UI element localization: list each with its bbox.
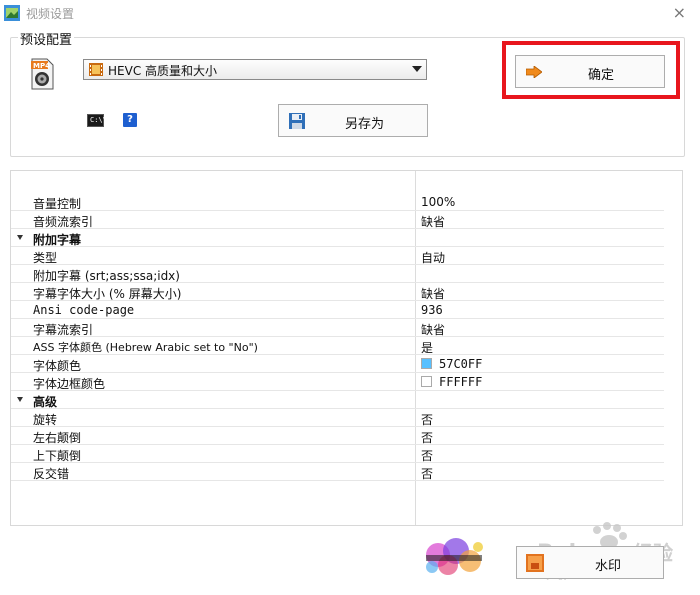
property-grid: 音量控制 100% 音频流索引 缺省 附加字幕 类型 自动 附加字幕 (srt;…	[10, 170, 683, 526]
chevron-down-icon	[412, 66, 422, 72]
property-value: 936	[421, 303, 443, 317]
property-row-font-color[interactable]: 字体颜色 57C0FF	[11, 355, 664, 373]
watermark-icon	[526, 554, 544, 572]
property-row-subtitle-type[interactable]: 类型 自动	[11, 247, 664, 265]
color-swatch[interactable]	[421, 376, 432, 387]
property-row-volume[interactable]: 音量控制 100%	[11, 193, 664, 211]
command-line-icon[interactable]: C:\\	[87, 114, 107, 127]
save-as-button[interactable]: 另存为	[278, 104, 428, 137]
title-bar: 视频设置 ×	[0, 0, 700, 28]
property-value: 100%	[421, 195, 456, 209]
property-row-flip-vertical[interactable]: 上下颠倒 否	[11, 445, 664, 463]
property-name: Ansi code-page	[33, 303, 135, 317]
preset-dropdown[interactable]: HEVC 高质量和大小	[83, 59, 427, 80]
collapse-icon[interactable]	[17, 235, 23, 240]
property-row-deinterlace[interactable]: 反交错 否	[11, 463, 664, 481]
property-row-subtitle-font-size[interactable]: 字幕字体大小 (% 屏幕大小) 缺省	[11, 283, 664, 301]
close-button[interactable]: ×	[673, 3, 686, 22]
collapse-icon[interactable]	[17, 397, 23, 402]
preset-selected-value: HEVC 高质量和大小	[108, 64, 218, 78]
window-title: 视频设置	[26, 7, 75, 21]
property-row-font-border-color[interactable]: 字体边框颜色 FFFFFF	[11, 373, 664, 391]
property-row-flip-horizontal[interactable]: 左右颠倒 否	[11, 427, 664, 445]
arrow-right-icon	[526, 66, 542, 78]
ok-label: 确定	[588, 68, 615, 83]
save-as-label: 另存为	[345, 117, 385, 132]
property-row-subtitle-file[interactable]: 附加字幕 (srt;ass;ssa;idx)	[11, 265, 664, 283]
property-row-ansi-code-page[interactable]: Ansi code-page 936	[11, 301, 664, 319]
floppy-disk-icon	[289, 113, 305, 129]
property-value: 57C0FF	[439, 357, 483, 371]
property-value: FFFFFF	[439, 375, 483, 389]
watermark-button[interactable]: 水印	[516, 546, 664, 579]
mp4-file-icon: MP4	[31, 58, 54, 90]
property-name: ASS 字体颜色 (Hebrew Arabic set to "No")	[33, 341, 258, 354]
app-icon	[4, 5, 20, 21]
category-subtitles[interactable]: 附加字幕	[11, 229, 664, 247]
property-row-audio-stream[interactable]: 音频流索引 缺省	[11, 211, 664, 229]
help-icon[interactable]: ?	[123, 113, 137, 127]
property-row-rotate[interactable]: 旋转 否	[11, 409, 664, 427]
property-row-subtitle-stream[interactable]: 字幕流索引 缺省	[11, 319, 664, 337]
ok-button[interactable]: 确定	[515, 55, 665, 88]
color-swatch[interactable]	[421, 358, 432, 369]
command-line-label: C:\\	[90, 116, 107, 124]
svg-text:MP4: MP4	[33, 62, 50, 70]
film-icon	[89, 63, 103, 76]
category-advanced[interactable]: 高级	[11, 391, 664, 409]
property-row-ass-font-color[interactable]: ASS 字体颜色 (Hebrew Arabic set to "No") 是	[11, 337, 664, 355]
preset-group-legend: 预设配置	[18, 29, 75, 48]
watermark-label: 水印	[595, 559, 622, 574]
watermark-logo-image	[426, 538, 483, 575]
